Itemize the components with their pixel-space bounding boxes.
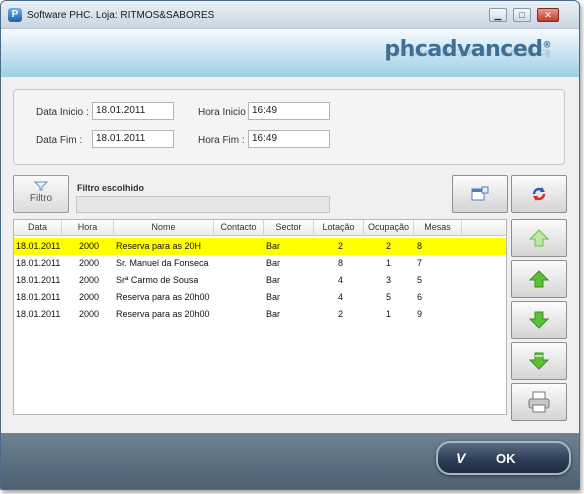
hora-fim-input[interactable]: 16:49 xyxy=(248,130,330,148)
logo-reflection: phcadvanced xyxy=(392,46,551,60)
reservations-table[interactable]: Data Hora Nome Contacto Sector Lotação O… xyxy=(13,219,507,415)
date-range-panel: Data Inicio : 18.01.2011 Hora Inicio : 1… xyxy=(13,89,565,165)
cell-mesas: 9 xyxy=(417,309,423,319)
minimize-button[interactable]: ▁ xyxy=(489,8,507,22)
move-bottom-button[interactable] xyxy=(511,342,567,380)
cell-sector: Bar xyxy=(266,292,281,302)
data-fim-label: Data Fim : xyxy=(36,135,83,146)
cell-sector: Bar xyxy=(266,309,281,319)
cell-lotacao: 8 xyxy=(338,258,344,268)
table-row[interactable]: 18.01.2011 2000 Reserva para as 20H Bar … xyxy=(14,238,506,255)
hora-inicio-label: Hora Inicio : xyxy=(198,107,252,118)
config-button[interactable] xyxy=(452,175,508,213)
column-header-contacto[interactable]: Contacto xyxy=(214,220,264,236)
filter-button[interactable]: Filtro xyxy=(13,175,69,213)
move-bottom-icon xyxy=(529,352,549,370)
config-icon xyxy=(471,186,489,201)
data-inicio-input[interactable]: 18.01.2011 xyxy=(92,102,174,120)
move-up-button[interactable] xyxy=(511,260,567,298)
app-window: P Software PHC. Loja: RITMOS&SABORES ▁ □… xyxy=(0,0,580,490)
cell-ocupacao: 5 xyxy=(386,292,392,302)
cell-hora: 2000 xyxy=(79,309,100,319)
cell-ocupacao: 1 xyxy=(386,258,392,268)
column-header-sector[interactable]: Sector xyxy=(264,220,314,236)
move-top-icon xyxy=(529,229,549,247)
ok-button-label: OK xyxy=(496,451,516,466)
cell-ocupacao: 2 xyxy=(386,241,392,251)
filter-button-label: Filtro xyxy=(29,193,53,204)
data-inicio-label: Data Inicio : xyxy=(36,107,89,118)
cell-nome: Reserva para as 20h00 xyxy=(116,309,210,319)
phc-app-icon: P xyxy=(8,8,22,22)
cell-mesas: 8 xyxy=(417,241,423,251)
funnel-icon xyxy=(34,181,48,191)
cell-data: 18.01.2011 xyxy=(16,275,61,285)
header-banner: phcadvanced® phcadvanced xyxy=(1,29,579,77)
hora-fim-label: Hora Fim : xyxy=(198,135,245,146)
column-header-lotacao[interactable]: Lotação xyxy=(314,220,364,236)
hora-inicio-input[interactable]: 16:49 xyxy=(248,102,330,120)
cell-sector: Bar xyxy=(266,275,281,285)
check-icon: V xyxy=(456,450,466,466)
cell-lotacao: 4 xyxy=(338,292,344,302)
cell-nome: Sr. Manuel da Fonseca xyxy=(116,258,209,268)
filtro-escolhido-field[interactable] xyxy=(76,196,330,213)
cell-ocupacao: 3 xyxy=(386,275,392,285)
cell-nome: Srª Carmo de Sousa xyxy=(116,275,199,285)
print-button[interactable] xyxy=(511,383,567,421)
move-top-button[interactable] xyxy=(511,219,567,257)
cell-nome: Reserva para as 20H xyxy=(116,241,202,251)
cell-mesas: 7 xyxy=(417,258,423,268)
filtro-escolhido-label: Filtro escolhido xyxy=(77,183,145,193)
maximize-button[interactable]: □ xyxy=(513,8,531,22)
column-header-mesas[interactable]: Mesas xyxy=(414,220,462,236)
title-bar[interactable]: P Software PHC. Loja: RITMOS&SABORES ▁ □… xyxy=(1,1,579,29)
cell-lotacao: 2 xyxy=(338,241,344,251)
refresh-button[interactable] xyxy=(511,175,567,213)
table-row[interactable]: 18.01.2011 2000 Sr. Manuel da Fonseca Ba… xyxy=(14,255,506,272)
ok-button[interactable]: V OK xyxy=(436,441,571,475)
print-icon xyxy=(528,391,550,413)
main-content: Data Inicio : 18.01.2011 Hora Inicio : 1… xyxy=(1,77,579,433)
cell-mesas: 5 xyxy=(417,275,423,285)
footer-bar: V OK xyxy=(1,433,579,489)
move-down-icon xyxy=(529,311,549,329)
cell-data: 18.01.2011 xyxy=(16,241,61,251)
column-header-hora[interactable]: Hora xyxy=(62,220,114,236)
cell-hora: 2000 xyxy=(79,258,100,268)
column-header-ocupacao[interactable]: Ocupação xyxy=(364,220,414,236)
column-header-data[interactable]: Data xyxy=(14,220,62,236)
data-fim-input[interactable]: 18.01.2011 xyxy=(92,130,174,148)
cell-data: 18.01.2011 xyxy=(16,292,61,302)
cell-hora: 2000 xyxy=(79,275,100,285)
table-row[interactable]: 18.01.2011 2000 Reserva para as 20h00 Ba… xyxy=(14,306,506,323)
cell-data: 18.01.2011 xyxy=(16,258,61,268)
cell-hora: 2000 xyxy=(79,292,100,302)
move-up-icon xyxy=(529,270,549,288)
cell-sector: Bar xyxy=(266,241,281,251)
cell-lotacao: 2 xyxy=(338,309,344,319)
cell-nome: Reserva para as 20h00 xyxy=(116,292,210,302)
close-button[interactable]: ✕ xyxy=(537,8,559,22)
move-down-button[interactable] xyxy=(511,301,567,339)
refresh-icon xyxy=(532,187,546,201)
window-title: Software PHC. Loja: RITMOS&SABORES xyxy=(27,10,215,21)
cell-lotacao: 4 xyxy=(338,275,344,285)
cell-sector: Bar xyxy=(266,258,281,268)
cell-ocupacao: 1 xyxy=(386,309,392,319)
table-header: Data Hora Nome Contacto Sector Lotação O… xyxy=(14,220,506,236)
cell-data: 18.01.2011 xyxy=(16,309,61,319)
table-row[interactable]: 18.01.2011 2000 Srª Carmo de Sousa Bar 4… xyxy=(14,272,506,289)
column-header-nome[interactable]: Nome xyxy=(114,220,214,236)
cell-hora: 2000 xyxy=(79,241,100,251)
cell-mesas: 6 xyxy=(417,292,423,302)
table-row[interactable]: 18.01.2011 2000 Reserva para as 20h00 Ba… xyxy=(14,289,506,306)
